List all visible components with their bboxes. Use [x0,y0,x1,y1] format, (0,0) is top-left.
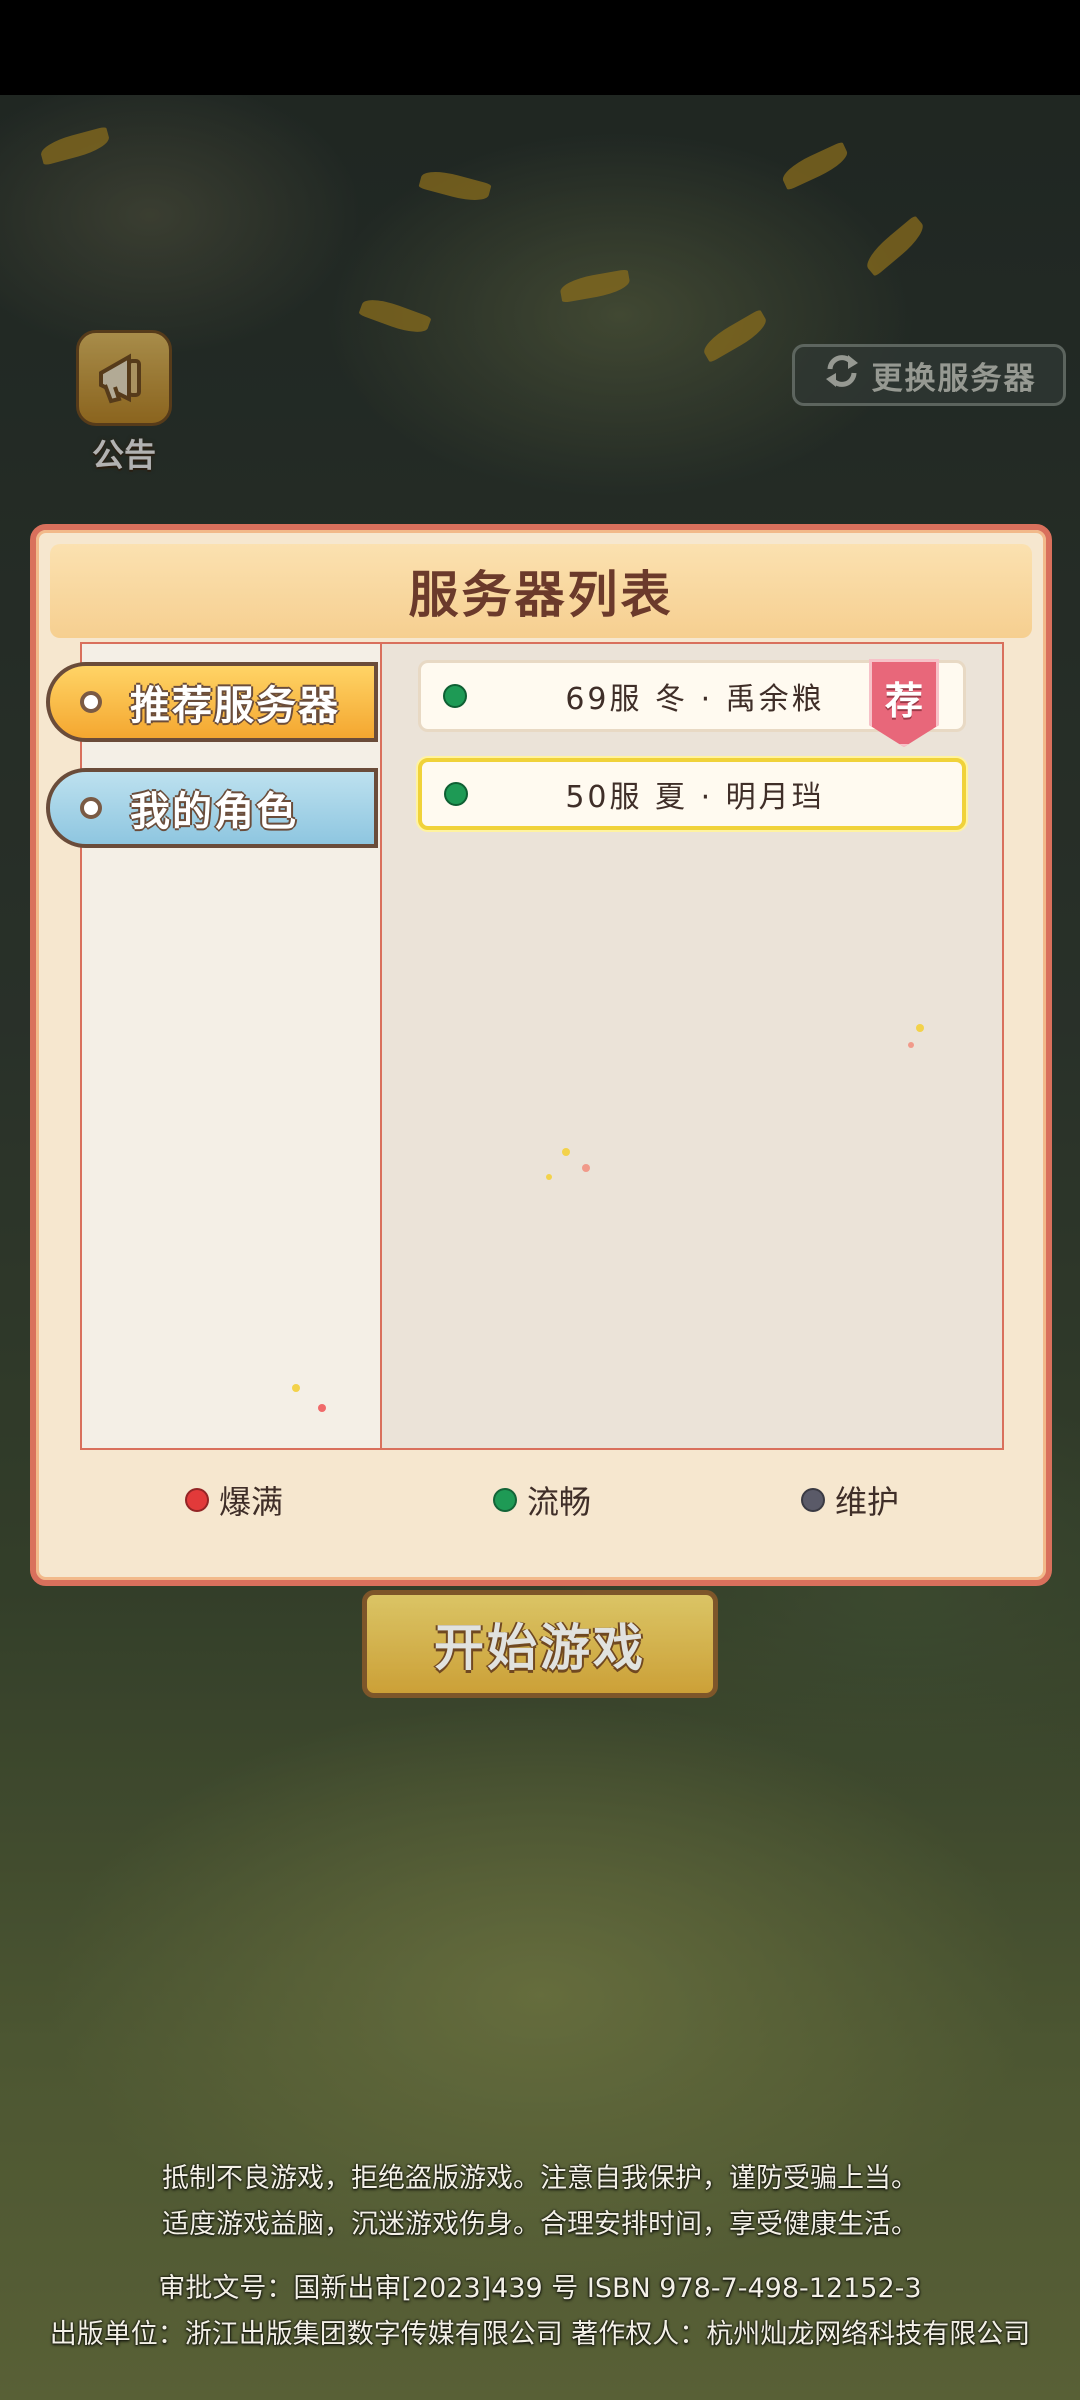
server-column: 69服 冬 · 禹余粮 荐 50服 夏 · 明月珰 [382,644,1002,1448]
server-row[interactable]: 69服 冬 · 禹余粮 荐 [418,659,966,747]
tab-recommended-servers[interactable]: 推荐服务器 [46,662,378,742]
tab-radio-icon [80,691,102,713]
sparkle-decoration [292,1384,300,1392]
panel-header: 服务器列表 [50,544,1032,638]
health-notice-line-1: 抵制不良游戏，拒绝盗版游戏。注意自我保护，谨防受骗上当。 [162,2163,918,2194]
red-dot-icon [184,1488,209,1512]
server-row-selected[interactable]: 50服 夏 · 明月珰 [418,758,966,830]
server-name: 69服 冬 · 禹余粮 [565,682,825,717]
tab-radio-icon [80,797,102,819]
tab-column: 推荐服务器 我的角色 [46,644,382,1448]
approval-info: 审批文号：国新出审[2023]439 号 ISBN 978-7-498-1215… [158,2273,922,2304]
publisher-info: 出版单位：浙江出版集团数字传媒有限公司 著作权人：杭州灿龙网络科技有限公司 [49,2319,1031,2350]
status-legend: 爆满 流畅 维护 [80,1470,1004,1530]
legend-label: 流畅 [526,1483,591,1521]
legend-item-smooth: 流畅 [492,1477,591,1523]
tab-label: 推荐服务器 [130,683,340,729]
legend-item-full: 爆满 [184,1477,283,1523]
sparkle-decoration [546,1174,552,1180]
green-dot-icon [492,1488,517,1512]
status-dot-icon [443,684,467,708]
server-name: 50服 夏 · 明月珰 [565,780,825,815]
sparkle-decoration [562,1148,570,1156]
server-list-area: 推荐服务器 我的角色 69服 冬 · 禹余粮 荐 50服 夏 · 明月珰 [46,642,1004,1450]
status-bar [0,0,1080,95]
health-notice-line-2: 适度游戏益脑，沉迷游戏伤身。合理安排时间，享受健康生活。 [162,2209,918,2240]
legend-label: 维护 [834,1483,899,1521]
server-list-panel: 服务器列表 推荐服务器 我的角色 69服 冬 · 禹余粮 荐 50服 夏 · 明… [30,524,1052,1586]
status-dot-icon [444,782,468,806]
legend-label: 爆满 [218,1483,283,1521]
sparkle-decoration [916,1024,924,1032]
gray-dot-icon [800,1488,825,1512]
start-game-button[interactable]: 开始游戏 [362,1590,718,1698]
sparkle-decoration [582,1164,590,1172]
sparkle-decoration [318,1404,326,1412]
recommended-badge: 荐 [869,659,939,747]
panel-title: 服务器列表 [408,566,674,624]
legend-item-maintenance: 维护 [800,1477,899,1523]
tab-label: 我的角色 [130,789,298,835]
sparkle-decoration [908,1042,914,1048]
tab-my-characters[interactable]: 我的角色 [46,768,378,848]
